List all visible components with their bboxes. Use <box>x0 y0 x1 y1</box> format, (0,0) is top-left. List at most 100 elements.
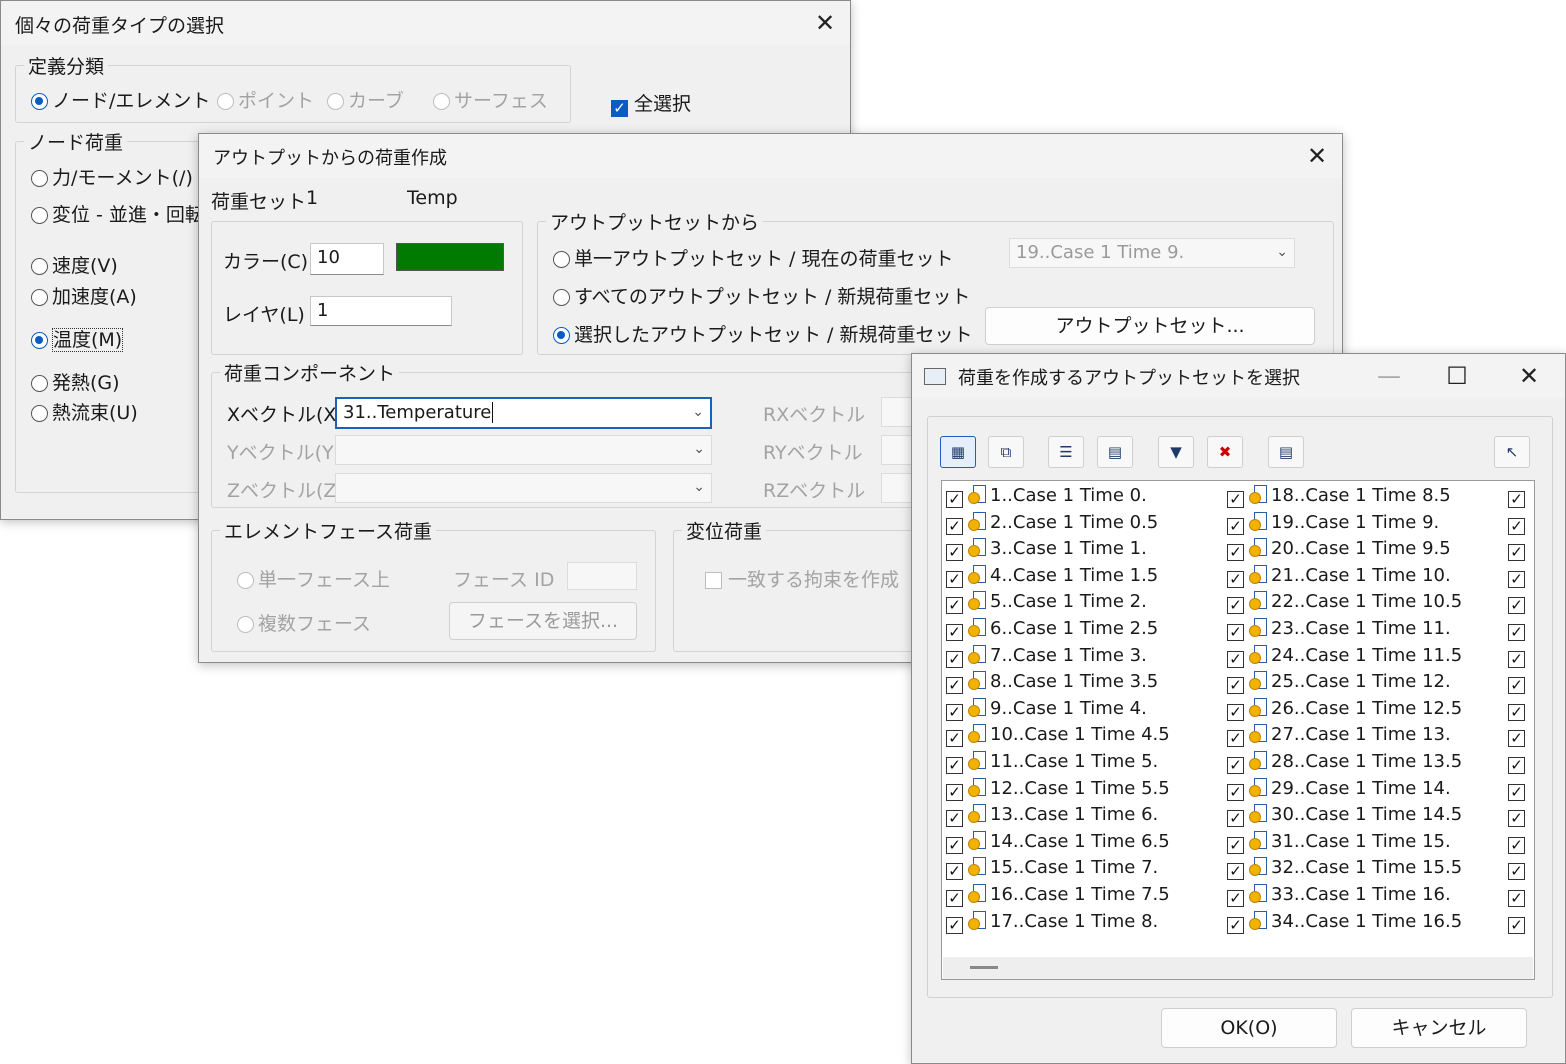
list-item[interactable]: ✓ 10..Case 1 Time 4.5 <box>946 722 1170 748</box>
checkbox-icon[interactable]: ✓ <box>946 624 963 641</box>
color-swatch[interactable] <box>396 243 504 271</box>
checkbox-icon[interactable]: ✓ <box>946 570 963 588</box>
radio-heat-generation[interactable]: 発熱(G) <box>31 368 120 395</box>
list-item[interactable]: ✓ <box>1508 722 1530 748</box>
checkbox-icon[interactable]: ✓ <box>1508 677 1525 695</box>
radio-all-outputs[interactable]: すべてのアウトプットセット / 新規荷重セット <box>553 282 970 309</box>
face-id-input[interactable] <box>567 562 637 590</box>
horizontal-scrollbar[interactable] <box>943 957 1533 979</box>
pick-cursor-icon[interactable]: ↖ <box>1494 436 1530 468</box>
uncheck-list-icon[interactable]: ▤ <box>1097 436 1133 468</box>
checkbox-icon[interactable]: ✓ <box>1508 650 1525 668</box>
clipboard-icon[interactable]: ▤ <box>1268 436 1304 468</box>
list-item[interactable]: ✓ 15..Case 1 Time 7. <box>946 855 1158 881</box>
check-list-icon[interactable]: ☰ <box>1048 436 1084 468</box>
radio-single-face[interactable]: 単一フェース上 <box>237 565 390 592</box>
select-all-checkbox[interactable]: ✓ 全選択 <box>611 89 691 117</box>
list-item[interactable]: ✓ <box>1508 616 1530 642</box>
list-item[interactable]: ✓ 4..Case 1 Time 1.5 <box>946 563 1158 589</box>
z-vector-dropdown[interactable]: ⌄ <box>335 473 712 503</box>
checkbox-icon[interactable]: ✓ <box>1227 703 1244 721</box>
list-item[interactable]: ✓ 14..Case 1 Time 6.5 <box>946 829 1170 855</box>
list-item[interactable]: ✓ 13..Case 1 Time 6. <box>946 802 1158 828</box>
checkbox-icon[interactable]: ✓ <box>946 810 963 828</box>
list-item[interactable]: ✓ 23..Case 1 Time 11. <box>1227 616 1451 642</box>
list-item[interactable]: ✓ 8..Case 1 Time 3.5 <box>946 669 1158 695</box>
list-item[interactable]: ✓ 22..Case 1 Time 10.5 <box>1227 589 1462 615</box>
minimize-button[interactable]: — <box>1372 360 1406 392</box>
maximize-button[interactable]: ☐ <box>1440 360 1474 392</box>
radio-force-moment[interactable]: 力/モーメント(/) <box>31 163 193 190</box>
list-item[interactable]: ✓ <box>1508 882 1530 908</box>
checkbox-icon[interactable]: ✓ <box>1227 491 1244 508</box>
radio-multi-face[interactable]: 複数フェース <box>237 609 371 636</box>
copy-selection-icon[interactable]: ⧉ <box>988 436 1024 468</box>
radio-single-output[interactable]: 単一アウトプットセット / 現在の荷重セット <box>553 244 953 271</box>
checkbox-icon[interactable]: ✓ <box>1508 890 1525 907</box>
close-button[interactable]: ✕ <box>808 7 842 39</box>
close-button[interactable]: ✕ <box>1512 360 1546 392</box>
list-item[interactable]: ✓ <box>1508 749 1530 775</box>
checkbox-icon[interactable]: ✓ <box>1227 624 1244 641</box>
checkbox-icon[interactable]: ✓ <box>1508 810 1525 828</box>
checkbox-icon[interactable]: ✓ <box>1227 517 1244 535</box>
list-item[interactable]: ✓ 19..Case 1 Time 9. <box>1227 510 1439 536</box>
checkbox-icon[interactable]: ✓ <box>1508 703 1525 721</box>
checkbox-icon[interactable]: ✓ <box>1227 863 1244 881</box>
checkbox-icon[interactable]: ✓ <box>1227 783 1244 801</box>
checkbox-icon[interactable]: ✓ <box>946 836 963 854</box>
color-input[interactable]: 10 <box>310 243 384 275</box>
checkbox-icon[interactable]: ✓ <box>1227 836 1244 854</box>
radio-acceleration[interactable]: 加速度(A) <box>31 282 137 309</box>
match-constraint-checkbox[interactable]: 一致する拘束を作成 <box>705 565 899 592</box>
list-item[interactable]: ✓ 11..Case 1 Time 5. <box>946 749 1158 775</box>
checkbox-icon[interactable]: ✓ <box>946 757 963 774</box>
checkbox-icon[interactable]: ✓ <box>1508 730 1525 748</box>
checkbox-icon[interactable]: ✓ <box>946 597 963 615</box>
select-all-icon[interactable]: ▦ <box>940 436 976 468</box>
y-vector-dropdown[interactable]: ⌄ <box>335 435 712 465</box>
list-item[interactable]: ✓ 26..Case 1 Time 12.5 <box>1227 696 1462 722</box>
list-item[interactable]: ✓ 24..Case 1 Time 11.5 <box>1227 643 1462 669</box>
checkbox-icon[interactable]: ✓ <box>946 650 963 668</box>
checkbox-icon[interactable]: ✓ <box>946 491 963 508</box>
list-item[interactable]: ✓ 20..Case 1 Time 9.5 <box>1227 536 1451 562</box>
list-item[interactable]: ✓ 9..Case 1 Time 4. <box>946 696 1147 722</box>
checkbox-icon[interactable]: ✓ <box>1508 916 1525 934</box>
output-sets-button[interactable]: アウトプットセット... <box>985 307 1315 345</box>
radio-curve[interactable]: カーブ <box>327 86 404 113</box>
list-item[interactable]: ✓ 1..Case 1 Time 0. <box>946 483 1147 509</box>
select-face-button[interactable]: フェースを選択... <box>449 602 637 640</box>
list-item[interactable]: ✓ 34..Case 1 Time 16.5 <box>1227 909 1462 935</box>
checkbox-icon[interactable]: ✓ <box>1508 570 1525 588</box>
list-item[interactable]: ✓ <box>1508 643 1530 669</box>
list-item[interactable]: ✓ 7..Case 1 Time 3. <box>946 643 1147 669</box>
checkbox-icon[interactable]: ✓ <box>1227 730 1244 748</box>
checkbox-icon[interactable]: ✓ <box>1508 757 1525 774</box>
list-item[interactable]: ✓ 6..Case 1 Time 2.5 <box>946 616 1158 642</box>
cancel-button[interactable]: キャンセル <box>1351 1008 1527 1048</box>
list-item[interactable]: ✓ <box>1508 696 1530 722</box>
layer-input[interactable]: 1 <box>310 296 452 326</box>
list-item[interactable]: ✓ 17..Case 1 Time 8. <box>946 909 1158 935</box>
list-item[interactable]: ✓ <box>1508 483 1530 509</box>
list-item[interactable]: ✓ <box>1508 855 1530 881</box>
radio-heat-flux[interactable]: 熱流束(U) <box>31 398 138 425</box>
list-item[interactable]: ✓ <box>1508 802 1530 828</box>
checkbox-icon[interactable]: ✓ <box>1227 916 1244 934</box>
checkbox-icon[interactable]: ✓ <box>1227 890 1244 907</box>
checkbox-icon[interactable]: ✓ <box>946 544 963 562</box>
checkbox-icon[interactable]: ✓ <box>946 703 963 721</box>
checkbox-icon[interactable]: ✓ <box>1508 836 1525 854</box>
checkbox-icon[interactable]: ✓ <box>1227 650 1244 668</box>
list-item[interactable]: ✓ 33..Case 1 Time 16. <box>1227 882 1451 908</box>
radio-surface[interactable]: サーフェス <box>433 86 548 113</box>
list-item[interactable]: ✓ 18..Case 1 Time 8.5 <box>1227 483 1451 509</box>
radio-selected-outputs[interactable]: 選択したアウトプットセット / 新規荷重セット <box>553 320 972 347</box>
list-item[interactable]: ✓ 30..Case 1 Time 14.5 <box>1227 802 1462 828</box>
checkbox-icon[interactable]: ✓ <box>946 916 963 934</box>
checkbox-icon[interactable]: ✓ <box>1508 624 1525 641</box>
list-item[interactable]: ✓ 16..Case 1 Time 7.5 <box>946 882 1170 908</box>
list-item[interactable]: ✓ <box>1508 589 1530 615</box>
ok-button[interactable]: OK(O) <box>1161 1008 1337 1048</box>
